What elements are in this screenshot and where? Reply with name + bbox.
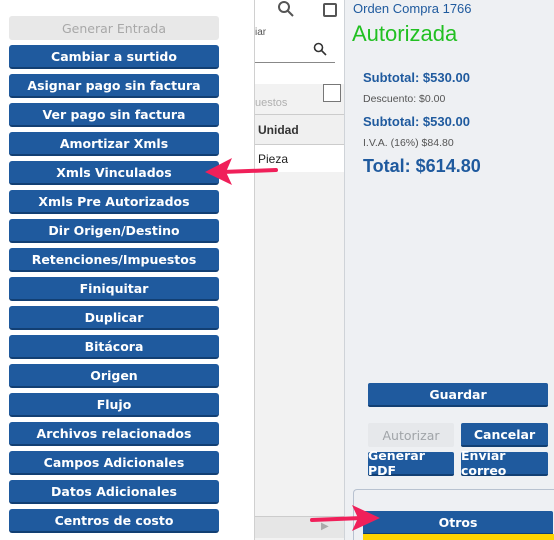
horizontal-scrollbar[interactable]: ▶	[255, 516, 345, 538]
menu-item-flujo[interactable]: Flujo	[9, 393, 219, 417]
order-status: Autorizada	[352, 21, 458, 46]
menu-item-finiquitar[interactable]: Finiquitar	[9, 277, 219, 301]
order-total: Total: $614.80	[363, 156, 481, 176]
actions-dropdown-menu: Generar Entrada Cambiar a surtido Asigna…	[0, 0, 254, 540]
menu-item-centros-de-costo[interactable]: Centros de costo	[9, 509, 219, 533]
order-summary-panel: Orden Compra 1766 Autorizada Subtotal: $…	[344, 0, 554, 540]
order-title: Orden Compra 1766	[353, 1, 472, 16]
search-icon[interactable]	[277, 0, 295, 23]
menu-item-generar-entrada[interactable]: Generar Entrada	[9, 16, 219, 40]
column-header-unidad: Unidad	[258, 123, 299, 137]
checkbox-icon[interactable]	[323, 84, 341, 102]
otros-button[interactable]: Otros	[363, 511, 553, 535]
menu-item-origen[interactable]: Origen	[9, 364, 219, 388]
background-order-window: iar uestos Unidad Pieza ▶	[254, 0, 345, 540]
menu-item-campos-adicionales[interactable]: Campos Adicionales	[9, 451, 219, 475]
menu-item-retenciones-impuestos[interactable]: Retenciones/Impuestos	[9, 248, 219, 272]
mid-toolbar	[255, 0, 345, 22]
menu-item-bitacora[interactable]: Bitácora	[9, 335, 219, 359]
menu-item-asignar-pago-sin-factura[interactable]: Asignar pago sin factura	[9, 74, 219, 98]
menu-item-xmls-pre-autorizados[interactable]: Xmls Pre Autorizados	[9, 190, 219, 214]
generar-pdf-button[interactable]: Generar PDF	[368, 448, 454, 478]
menu-item-archivos-relacionados[interactable]: Archivos relacionados	[9, 422, 219, 446]
subtotal-1: Subtotal: $530.00	[363, 70, 470, 85]
menu-item-xmls-vinculados[interactable]: Xmls Vinculados	[9, 161, 219, 185]
scroll-right-icon[interactable]: ▶	[321, 521, 333, 533]
search-icon[interactable]	[313, 42, 327, 59]
taxes-label: uestos	[255, 97, 288, 109]
enviar-correo-button[interactable]: Enviar correo	[461, 448, 548, 478]
mid-field-label: iar	[255, 27, 267, 38]
menu-item-datos-adicionales[interactable]: Datos Adicionales	[9, 480, 219, 504]
cancelar-button[interactable]: Cancelar	[461, 423, 548, 447]
subtotal-2: Subtotal: $530.00	[363, 114, 470, 129]
window-icon[interactable]	[323, 3, 337, 17]
items-table: Unidad Pieza	[255, 114, 345, 172]
table-header: Unidad	[255, 115, 345, 145]
otros-accent-bar	[363, 534, 554, 540]
autorizar-button[interactable]: Autorizar	[368, 423, 454, 447]
guardar-button[interactable]: Guardar	[368, 383, 548, 407]
table-cell-unit: Pieza	[258, 152, 289, 166]
menu-item-ver-pago-sin-factura[interactable]: Ver pago sin factura	[9, 103, 219, 127]
iva-tax: I.V.A. (16%) $84.80	[363, 137, 454, 149]
menu-item-cambiar-a-surtido[interactable]: Cambiar a surtido	[9, 45, 219, 69]
discount: Descuento: $0.00	[363, 93, 446, 105]
menu-item-dir-origen-destino[interactable]: Dir Origen/Destino	[9, 219, 219, 243]
menu-item-amortizar-xmls[interactable]: Amortizar Xmls	[9, 132, 219, 156]
search-field-underline	[255, 62, 335, 63]
menu-item-duplicar[interactable]: Duplicar	[9, 306, 219, 330]
